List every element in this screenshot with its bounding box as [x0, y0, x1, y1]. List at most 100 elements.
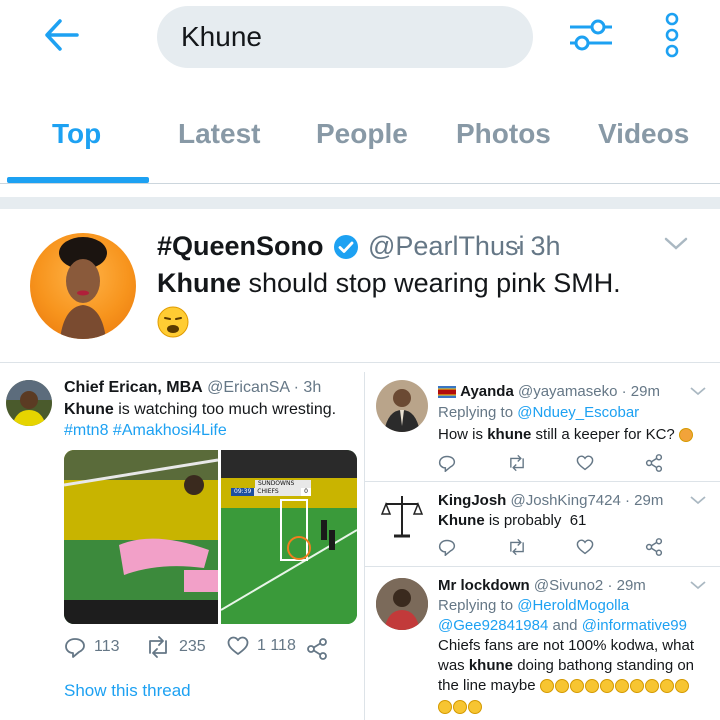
tweet-text: How is khune still a keeper for KC?	[438, 425, 694, 445]
tweet-image-match-broadcast[interactable]: SUNDOWNS 09:39 CHIEFS 0	[221, 450, 357, 624]
chevron-down-icon[interactable]	[690, 386, 706, 396]
scoreboard: SUNDOWNS 09:39 CHIEFS 0	[231, 480, 311, 496]
laughing-emoji-icon	[539, 677, 690, 694]
tweet-timestamp: · 3h	[514, 231, 561, 261]
avatar[interactable]	[376, 380, 428, 432]
tweet-text: Khune is watching too much wresting.	[64, 400, 336, 420]
filter-sliders-icon[interactable]	[568, 16, 614, 54]
retweet-icon	[149, 636, 167, 658]
tweet-author-handle[interactable]: @Sivuno2	[534, 577, 603, 594]
tweet-text: Khune should stop wearing pink SMH.	[157, 268, 621, 299]
scoreboard-score: 0	[301, 488, 311, 496]
chevron-down-icon[interactable]	[664, 236, 688, 252]
tweet-text-pre: was	[438, 657, 469, 674]
reply-icon[interactable]	[438, 538, 456, 556]
heart-icon[interactable]	[576, 539, 594, 555]
show-thread-link[interactable]: Show this thread	[64, 681, 191, 701]
tweet-text: Khune is probably 61	[438, 511, 586, 531]
reply-icon[interactable]	[438, 454, 456, 472]
reply-count: 113	[94, 638, 120, 655]
tweet-text-body: should stop wearing pink SMH.	[241, 268, 621, 298]
tweet-hashtags[interactable]: #mtn8 #Amakhosi4Life	[64, 421, 227, 441]
tweet-text-highlight: khune	[468, 657, 514, 674]
replying-to-label: Replying to	[438, 404, 518, 421]
replying-to-continued: @Gee92841984 and @informative99	[438, 616, 687, 636]
search-input[interactable]: Khune	[157, 6, 533, 68]
share-icon[interactable]	[645, 538, 663, 556]
tweet-text-post: doing bathong standing on	[513, 657, 695, 674]
tweet-timestamp: · 29m	[607, 577, 646, 594]
more-options-icon[interactable]	[664, 12, 680, 58]
tweet-divider	[365, 566, 720, 567]
tweet-author-handle[interactable]: @EricanSA	[207, 379, 289, 396]
tab-top[interactable]: Top	[52, 118, 101, 150]
tweet-image-goalkeeper[interactable]	[64, 450, 218, 624]
tweet-author-handle[interactable]: @PearlThusi	[368, 231, 524, 262]
avatar[interactable]	[30, 233, 136, 339]
tweet-author-name[interactable]: #QueenSono	[157, 231, 324, 262]
tweet-text-pre: How is	[438, 426, 488, 443]
retweet-icon[interactable]	[507, 454, 527, 472]
avatar[interactable]	[6, 380, 52, 426]
like-count: 1 118	[257, 637, 296, 654]
tweet-text-post: is probably 61	[484, 512, 587, 529]
eswatini-flag-icon	[438, 386, 456, 399]
avatar[interactable]	[376, 578, 428, 630]
tweet-header: KingJosh @JoshKing7424 · 29m	[438, 491, 663, 511]
back-arrow-icon[interactable]	[44, 18, 80, 52]
scoreboard-time: 09:39	[231, 488, 255, 496]
tweet-author-handle[interactable]: @JoshKing7424	[511, 492, 621, 509]
reply-icon	[65, 638, 85, 658]
heart-icon[interactable]	[576, 455, 594, 471]
tab-latest[interactable]: Latest	[178, 118, 260, 150]
tweet-header: Ayanda @yayamaseko · 29m	[438, 382, 660, 402]
tweet-text-highlight: Khune	[157, 268, 241, 298]
tab-videos[interactable]: Videos	[598, 118, 689, 150]
tab-photos[interactable]: Photos	[456, 118, 551, 150]
tweet-text-line-3: the line maybe	[438, 676, 690, 696]
chevron-down-icon[interactable]	[690, 495, 706, 505]
replying-to-handle[interactable]: @Nduey_Escobar	[517, 404, 639, 421]
search-query: Khune	[181, 21, 262, 52]
retweet-icon[interactable]	[507, 538, 527, 556]
tweet-text-body: is watching too much wresting.	[113, 401, 337, 418]
tweet-text-post: still a keeper for KC?	[531, 426, 675, 443]
tweet-text-highlight: Khune	[64, 401, 114, 418]
replying-to: Replying to @HeroldMogolla	[438, 596, 629, 616]
like-button[interactable]: 1 118	[227, 636, 296, 656]
replying-to-handle[interactable]: @informative99	[582, 617, 687, 634]
scoreboard-team2: CHIEFS	[254, 488, 302, 496]
reply-button[interactable]: 113	[64, 636, 120, 658]
tweet-author-name[interactable]: KingJosh	[438, 492, 506, 509]
scoreboard-team1: SUNDOWNS	[255, 480, 311, 488]
replying-to: Replying to @Nduey_Escobar	[438, 403, 639, 423]
replying-to-label: Replying to	[438, 597, 518, 614]
tweet-timestamp: · 29m	[625, 492, 664, 509]
tab-people[interactable]: People	[316, 118, 408, 150]
tweet-text-body: the line maybe	[438, 677, 536, 694]
verified-badge-icon	[333, 234, 359, 260]
tweet-divider	[0, 362, 720, 363]
tweet-divider	[365, 481, 720, 482]
replying-to-handle[interactable]: @Gee92841984	[438, 617, 548, 634]
tweet-text-highlight: khune	[487, 426, 532, 443]
retweet-count: 235	[179, 638, 206, 655]
tweet-author-name[interactable]: Ayanda	[460, 383, 514, 400]
active-tab-indicator	[7, 177, 149, 183]
avatar[interactable]	[376, 490, 428, 542]
laughing-emoji-icon	[438, 698, 483, 716]
share-icon[interactable]	[306, 638, 328, 660]
tweet-text-line-1: Chiefs fans are not 100% kodwa, what	[438, 637, 694, 654]
disappointed-face-emoji-icon	[678, 428, 693, 443]
retweet-button[interactable]: 235	[145, 636, 206, 658]
replying-and: and	[548, 617, 582, 634]
chevron-down-icon[interactable]	[690, 580, 706, 590]
weary-face-emoji-icon	[157, 306, 189, 338]
tweet-author-name[interactable]: Chief Erican, MBA	[64, 379, 203, 396]
tweet-header: Mr lockdown @Sivuno2 · 29m	[438, 576, 646, 596]
tweet-text-line-2: was khune doing bathong standing on	[438, 656, 694, 676]
replying-to-handle[interactable]: @HeroldMogolla	[517, 597, 629, 614]
tweet-author-name[interactable]: Mr lockdown	[438, 577, 530, 594]
tweet-author-handle[interactable]: @yayamaseko	[518, 383, 617, 400]
share-icon[interactable]	[645, 454, 663, 472]
